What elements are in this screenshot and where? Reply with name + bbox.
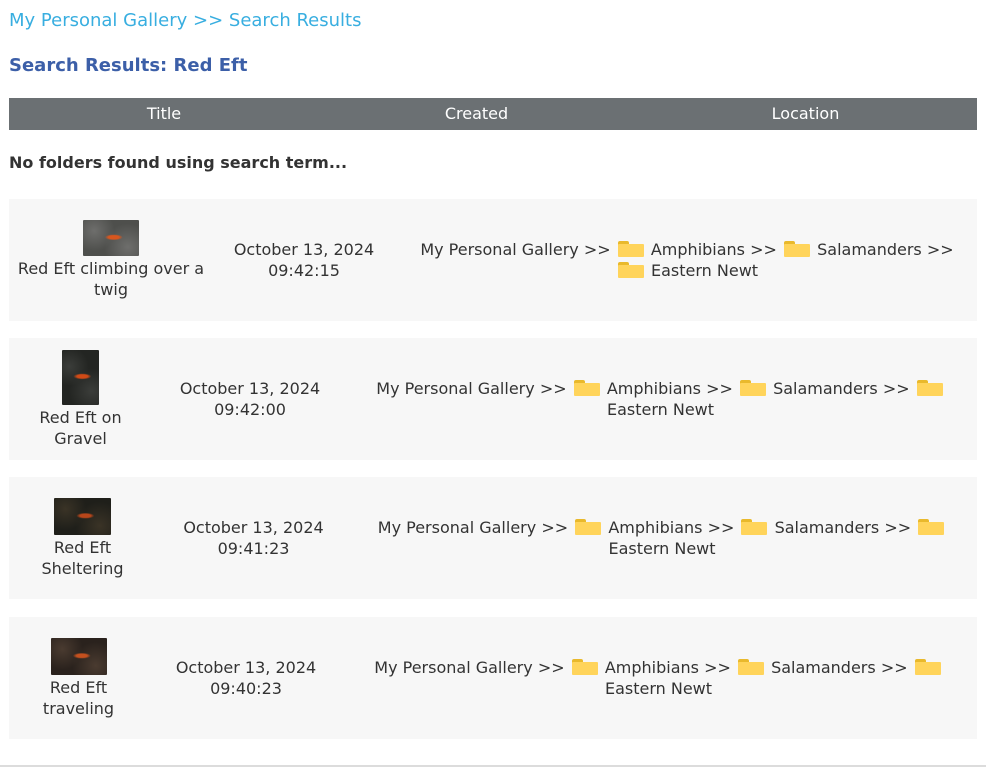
location-link[interactable]: Salamanders (817, 240, 922, 259)
result-created-date: October 13, 2024 (233, 240, 375, 259)
location-separator: >> (884, 518, 912, 537)
location-link[interactable]: My Personal Gallery (420, 240, 578, 259)
result-title-cell[interactable]: Red Eft traveling (9, 617, 148, 739)
folder-icon[interactable] (617, 241, 644, 257)
location-link[interactable]: Amphibians (607, 379, 701, 398)
result-location-cell: My Personal Gallery >> Amphibians >> Sal… (351, 477, 973, 599)
location-link[interactable]: Salamanders (771, 658, 876, 677)
location-link[interactable]: Eastern Newt (607, 400, 714, 419)
folder-icon[interactable] (617, 262, 644, 278)
folder-icon[interactable] (739, 380, 766, 396)
header-location[interactable]: Location (634, 98, 977, 130)
location-link[interactable]: Salamanders (775, 518, 880, 537)
result-thumbnail[interactable] (50, 637, 107, 675)
location-separator: >> (926, 240, 954, 259)
result-title-cell[interactable]: Red Eft Sheltering (9, 477, 156, 599)
header-title[interactable]: Title (9, 98, 319, 130)
results-table-header: Title Created Location (9, 98, 977, 130)
location-separator: >> (539, 379, 567, 398)
folder-icon[interactable] (573, 380, 600, 396)
folder-icon[interactable] (918, 519, 945, 535)
result-created-cell: October 13, 2024 09:41:23 (156, 477, 351, 599)
table-row[interactable]: Red Eft traveling October 13, 2024 09:40:23… (9, 617, 977, 739)
result-created-cell: October 13, 2024 09:42:15 (213, 199, 395, 321)
location-link[interactable]: Salamanders (773, 379, 878, 398)
result-title-text[interactable]: Red Eft on (39, 407, 121, 428)
table-row[interactable]: Red Eft Sheltering October 13, 2024 09:41:2… (9, 477, 977, 599)
result-title-cell[interactable]: Red Eft climbing over a twig (9, 199, 213, 321)
result-title-text[interactable]: Red Eft (50, 677, 107, 698)
header-created[interactable]: Created (319, 98, 634, 130)
location-separator: >> (706, 379, 733, 398)
location-separator: >> (882, 379, 910, 398)
folder-icon[interactable] (571, 659, 598, 675)
location-link[interactable]: Eastern Newt (605, 679, 712, 698)
location-separator: >> (704, 658, 731, 677)
result-created-time: 09:42:00 (214, 400, 286, 419)
result-location-cell: My Personal Gallery >> Amphibians >> Sal… (344, 617, 973, 739)
result-created-time: 09:41:23 (217, 539, 290, 558)
result-location-cell: My Personal Gallery >> Amphibians >> Sal… (348, 338, 973, 460)
breadcrumb-separator: >> (193, 10, 224, 31)
result-title-text[interactable]: traveling (43, 698, 114, 719)
folder-icon[interactable] (575, 519, 602, 535)
result-title-text[interactable]: twig (94, 279, 128, 300)
location-link[interactable]: My Personal Gallery (378, 518, 536, 537)
folder-icon[interactable] (914, 659, 941, 675)
result-title-text[interactable]: Sheltering (41, 558, 123, 579)
breadcrumb-gallery-link[interactable]: My Personal Gallery (9, 10, 187, 31)
location-link[interactable]: Eastern Newt (651, 261, 758, 280)
location-separator: >> (541, 518, 569, 537)
result-title-text[interactable]: Red Eft climbing over a (18, 258, 204, 279)
table-row[interactable]: Red Eft climbing over a twig October 13, 2… (9, 199, 977, 321)
folder-icon[interactable] (916, 380, 943, 396)
result-title-text[interactable]: Gravel (54, 428, 107, 449)
page-title: Search Results: Red Eft (9, 55, 248, 76)
result-title-text[interactable]: Red Eft (54, 537, 111, 558)
table-row[interactable]: Red Eft on Gravel October 13, 2024 09:42:00… (9, 338, 977, 460)
result-created-date: October 13, 2024 (179, 379, 321, 398)
result-thumbnail[interactable] (54, 497, 111, 535)
result-created-cell: October 13, 2024 09:40:23 (148, 617, 344, 739)
location-link[interactable]: Amphibians (651, 240, 745, 259)
result-created-date: October 13, 2024 (183, 518, 324, 537)
result-created-cell: October 13, 2024 09:42:00 (152, 338, 348, 460)
folder-icon[interactable] (784, 241, 811, 257)
breadcrumb: My Personal Gallery >> Search Results (9, 10, 361, 31)
location-link[interactable]: My Personal Gallery (374, 658, 532, 677)
result-title-cell[interactable]: Red Eft on Gravel (9, 338, 152, 460)
result-thumbnail[interactable] (83, 220, 139, 256)
location-separator: >> (880, 658, 908, 677)
location-link[interactable]: My Personal Gallery (376, 379, 534, 398)
result-thumbnail[interactable] (62, 349, 99, 405)
result-created-date: October 13, 2024 (175, 658, 317, 677)
location-separator: >> (707, 518, 735, 537)
no-folders-message: No folders found using search term... (9, 153, 348, 172)
location-separator: >> (537, 658, 565, 677)
breadcrumb-current[interactable]: Search Results (229, 10, 362, 31)
location-link[interactable]: Amphibians (608, 518, 702, 537)
location-link[interactable]: Eastern Newt (608, 539, 715, 558)
folder-icon[interactable] (741, 519, 768, 535)
location-separator: >> (583, 240, 611, 259)
result-location-cell: My Personal Gallery >> Amphibians >> Sal… (413, 199, 961, 321)
location-link[interactable]: Amphibians (605, 658, 699, 677)
result-created-time: 09:40:23 (210, 679, 282, 698)
folder-icon[interactable] (737, 659, 764, 675)
location-separator: >> (750, 240, 777, 259)
result-created-time: 09:42:15 (268, 261, 340, 280)
